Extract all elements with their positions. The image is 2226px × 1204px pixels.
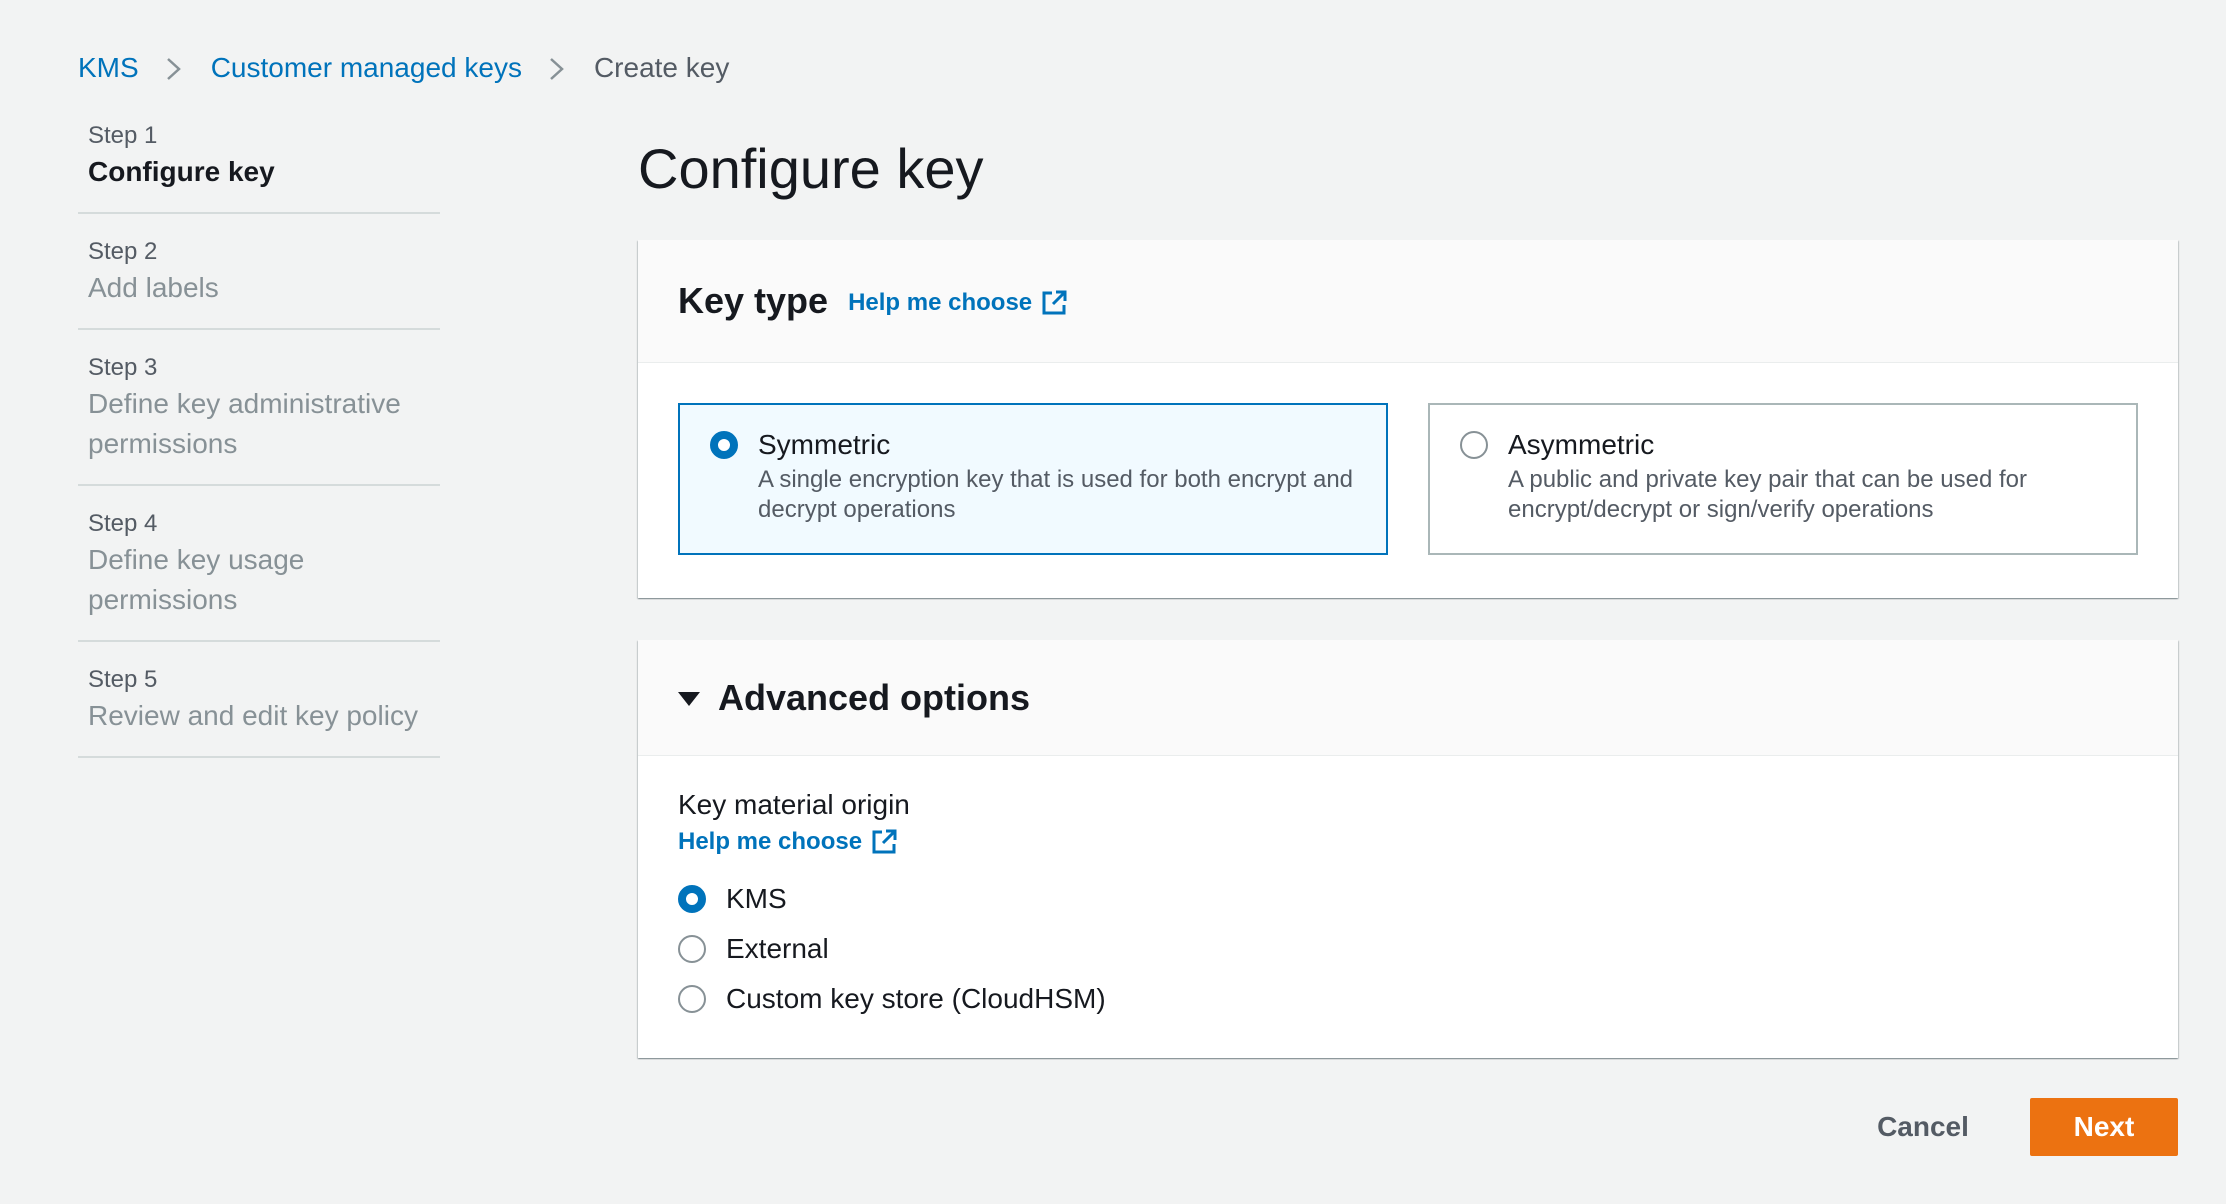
custom-key-store-radio[interactable]: [678, 985, 706, 1013]
step-number: Step 1: [88, 122, 158, 149]
step-5: Step 5 Review and edit key policy: [78, 664, 440, 758]
tile-description: A public and private key pair that can b…: [1508, 466, 2027, 523]
breadcrumb-current: Create key: [593, 52, 730, 83]
tile-description: A single encryption key that is used for…: [758, 466, 1354, 523]
option-label: KMS: [726, 883, 787, 914]
external-radio[interactable]: [678, 935, 706, 963]
page: KMS Customer managed keys Create key Ste…: [0, 0, 2226, 1204]
symmetric-radio[interactable]: [710, 431, 738, 459]
option-label: Custom key store (CloudHSM): [726, 983, 1106, 1014]
next-button[interactable]: Next: [2030, 1098, 2178, 1156]
wizard-steps: Step 1 Configure key Step 2 Add labels S…: [78, 120, 440, 758]
key-material-help-link[interactable]: Help me choose: [678, 824, 898, 860]
breadcrumb: KMS Customer managed keys Create key: [78, 48, 729, 88]
key-type-panel: Key type Help me choose Symmetric A sing…: [638, 240, 2178, 598]
tile-title: Asymmetric: [1508, 429, 1655, 460]
step-2: Step 2 Add labels: [78, 236, 440, 330]
option-label: External: [726, 933, 829, 964]
origin-option-kms[interactable]: KMS: [678, 874, 2138, 924]
origin-option-custom-key-store[interactable]: Custom key store (CloudHSM): [678, 974, 2138, 1024]
step-3: Step 3 Define key administrative permiss…: [78, 352, 440, 486]
key-type-header: Key type Help me choose: [638, 240, 2178, 363]
advanced-options-title[interactable]: Advanced options: [718, 677, 1030, 719]
advanced-options-body: Key material origin Help me choose KMS E…: [638, 756, 2178, 1024]
step-number: Step 2: [88, 238, 158, 265]
step-label: Review and edit key policy: [88, 700, 418, 731]
step-label: Define key usage permissions: [88, 544, 305, 615]
step-4: Step 4 Define key usage permissions: [78, 508, 440, 642]
key-type-title: Key type: [678, 280, 829, 321]
step-label: Add labels: [88, 272, 219, 303]
advanced-options-header[interactable]: Advanced options: [638, 640, 2178, 756]
step-number: Step 5: [88, 666, 158, 693]
help-link-label: Help me choose: [848, 289, 1033, 316]
step-1: Step 1 Configure key: [78, 120, 440, 214]
kms-radio[interactable]: [678, 885, 706, 913]
step-number: Step 4: [88, 510, 158, 537]
symmetric-tile[interactable]: Symmetric A single encryption key that i…: [678, 403, 1388, 555]
key-type-help-link[interactable]: Help me choose: [848, 289, 1068, 317]
key-material-origin-label: Key material origin: [678, 789, 910, 820]
breadcrumb-kms-link[interactable]: KMS: [78, 52, 139, 84]
external-link-icon: [872, 829, 897, 854]
key-type-tiles: Symmetric A single encryption key that i…: [638, 363, 2178, 555]
chevron-right-icon: [161, 48, 187, 88]
step-label: Define key administrative permissions: [88, 388, 401, 459]
breadcrumb-customer-managed-keys-link[interactable]: Customer managed keys: [211, 52, 522, 84]
step-label: Configure key: [88, 156, 275, 187]
origin-option-external[interactable]: External: [678, 924, 2138, 974]
page-title: Configure key: [638, 137, 984, 200]
key-material-origin-options: KMS External Custom key store (CloudHSM): [678, 874, 2138, 1024]
cancel-button[interactable]: Cancel: [1858, 1098, 1988, 1156]
step-number: Step 3: [88, 354, 158, 381]
asymmetric-radio[interactable]: [1460, 431, 1488, 459]
tile-title: Symmetric: [758, 429, 891, 460]
asymmetric-tile[interactable]: Asymmetric A public and private key pair…: [1428, 403, 2138, 555]
advanced-options-panel: Advanced options Key material origin Hel…: [638, 640, 2178, 1058]
help-link-label: Help me choose: [678, 828, 863, 855]
caret-down-icon[interactable]: [678, 691, 700, 706]
external-link-icon: [1042, 290, 1067, 315]
chevron-right-icon: [544, 48, 570, 88]
